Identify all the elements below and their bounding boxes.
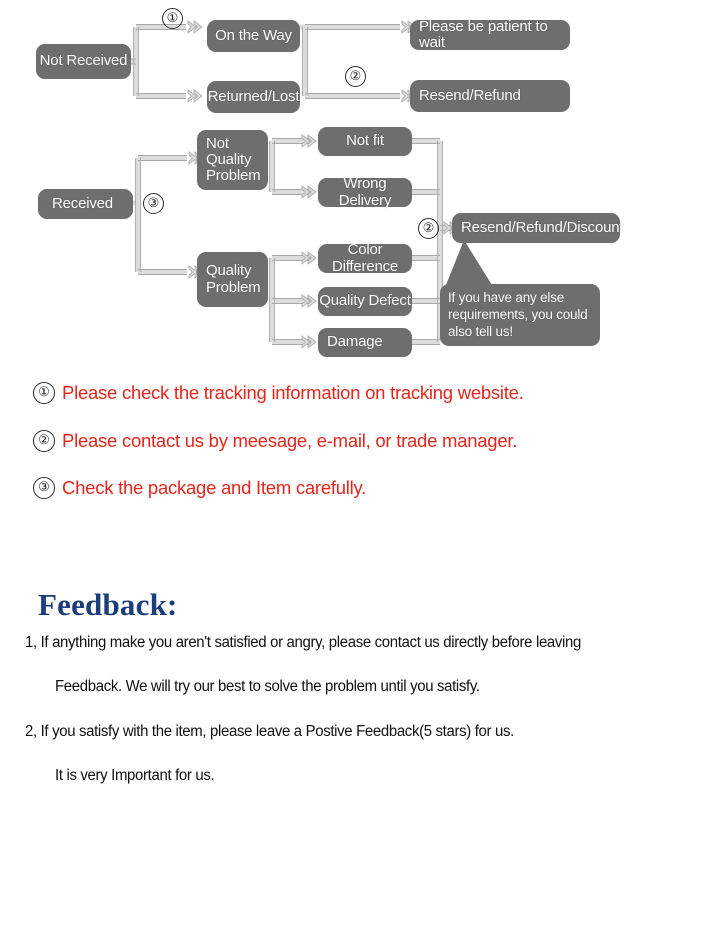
feedback-line: Feedback. We will try our best to solve …	[55, 678, 480, 695]
node-damage[interactable]: Damage	[318, 328, 412, 357]
node-please-be-patient[interactable]: Please be patient to wait	[410, 18, 570, 51]
feedback-title: Feedback:	[38, 587, 178, 622]
note-item: ② Please contact us by meesage, e-mail, …	[33, 430, 517, 452]
feedback-line: 1, If anything make you aren't satisfied…	[25, 634, 582, 651]
flow-marker-one: ①	[162, 8, 183, 29]
note-text: Please contact us by meesage, e-mail, or…	[62, 430, 518, 451]
node-resend-refund-discount[interactable]: Resend/Refund/Discount	[452, 213, 624, 243]
node-on-the-way[interactable]: On the Way	[207, 20, 300, 52]
node-not-fit[interactable]: Not fit	[318, 127, 412, 156]
speech-bubble: If you have any else requirements, you c…	[440, 284, 600, 346]
notes-list: ① Please check the tracking information …	[0, 372, 710, 512]
node-wrong-delivery[interactable]: Wrong Delivery	[318, 176, 412, 208]
note-item: ③ Check the package and Item carefully.	[33, 477, 366, 499]
node-not-received[interactable]: Not Received	[36, 44, 131, 79]
node-resend-refund[interactable]: Resend/Refund	[410, 80, 570, 112]
note-marker-icon: ①	[33, 382, 55, 404]
node-received[interactable]: Received	[38, 189, 133, 219]
flow-marker-two-mid: ②	[418, 218, 439, 239]
node-quality-problem[interactable]: Quality Problem	[197, 252, 268, 307]
feedback-line: 2, If you satisfy with the item, please …	[25, 723, 514, 740]
note-text: Check the package and Item carefully.	[62, 477, 367, 498]
node-returned-lost[interactable]: Returned/Lost	[207, 81, 300, 113]
flow-marker-three: ③	[143, 193, 164, 214]
node-not-quality-problem[interactable]: Not Quality Problem	[197, 130, 268, 190]
note-text: Please check the tracking information on…	[62, 382, 524, 403]
note-marker-icon: ②	[33, 430, 55, 452]
note-marker-icon: ③	[33, 477, 55, 499]
page-root: Not Received On the Way Returned/Lost Pl…	[0, 0, 710, 937]
flowchart: Not Received On the Way Returned/Lost Pl…	[0, 0, 710, 372]
node-quality-defect[interactable]: Quality Defect	[318, 287, 412, 316]
flow-marker-two-top: ②	[345, 66, 366, 87]
feedback-line: It is very Important for us.	[55, 767, 215, 784]
note-item: ① Please check the tracking information …	[33, 382, 524, 404]
node-color-difference[interactable]: Color Difference	[318, 242, 412, 274]
